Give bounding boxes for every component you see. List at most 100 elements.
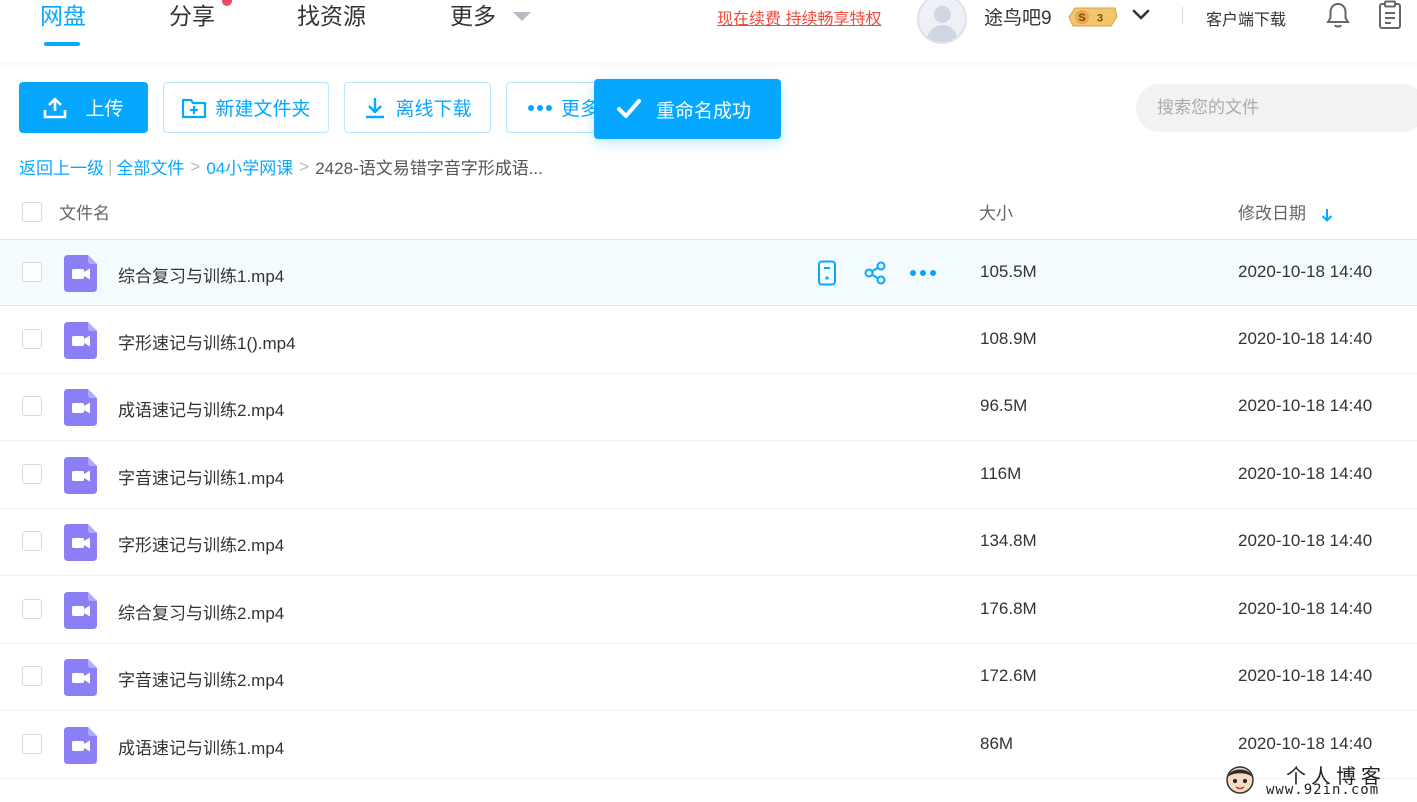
breadcrumb-separator: > [190, 156, 201, 176]
video-file-icon [64, 457, 97, 494]
file-name[interactable]: 成语速记与训练2.mp4 [118, 396, 284, 421]
column-header-date-label: 修改日期 [1238, 204, 1306, 223]
table-row[interactable]: 成语速记与训练2.mp4 96.5M 2020-10-18 14:40 [0, 374, 1417, 441]
top-nav: 网盘 分享 找资源 更多 现在续费 持续畅享特权 途鸟吧9 S 3 客户端下载 [0, 0, 1417, 62]
file-size: 134.8M [980, 531, 1037, 550]
file-name[interactable]: 字形速记与训练1().mp4 [118, 329, 296, 354]
client-download-link[interactable]: 客户端下载 [1206, 6, 1286, 30]
file-size: 96.5M [980, 396, 1028, 415]
more-dots-icon[interactable] [909, 260, 937, 286]
nav-divider [1182, 7, 1183, 24]
table-row[interactable]: 字形速记与训练1().mp4 108.9M 2020-10-18 14:40 [0, 307, 1417, 374]
row-checkbox[interactable] [22, 599, 42, 619]
file-name[interactable]: 综合复习与训练2.mp4 [118, 599, 284, 624]
new-folder-label: 新建文件夹 [215, 99, 311, 120]
breadcrumb-folder[interactable]: 04小学网课 [206, 154, 293, 179]
video-file-icon [64, 524, 97, 561]
row-checkbox[interactable] [22, 262, 42, 282]
table-row[interactable]: 字音速记与训练1.mp4 116M 2020-10-18 14:40 [0, 442, 1417, 509]
table-row[interactable]: 综合复习与训练1.mp4 105.5M 2020-10-18 14:40 [0, 239, 1417, 306]
row-checkbox[interactable] [22, 464, 42, 484]
table-header: 文件名 大小 修改日期 [0, 190, 1417, 238]
table-row[interactable]: 字音速记与训练2.mp4 172.6M 2020-10-18 14:40 [0, 644, 1417, 711]
phone-icon[interactable] [814, 260, 840, 286]
upload-button[interactable]: 上传 [19, 82, 148, 133]
vip-letter: S [1078, 12, 1085, 24]
more-dots-icon [528, 104, 552, 111]
file-name[interactable]: 成语速记与训练1.mp4 [118, 734, 284, 759]
table-row[interactable]: 综合复习与训练2.mp4 176.8M 2020-10-18 14:40 [0, 577, 1417, 644]
file-size: 105.5M [980, 262, 1037, 281]
notification-dot [222, 0, 232, 6]
nav-active-indicator [44, 42, 80, 46]
video-file-icon [64, 592, 97, 629]
file-date: 2020-10-18 14:40 [1238, 734, 1373, 753]
avatar-head-shape [934, 6, 951, 23]
column-header-name[interactable]: 文件名 [59, 199, 110, 224]
video-file-icon [64, 389, 97, 426]
table-row[interactable]: 字形速记与训练2.mp4 134.8M 2020-10-18 14:40 [0, 509, 1417, 576]
upload-label: 上传 [85, 99, 124, 120]
video-file-icon [64, 255, 97, 292]
row-checkbox[interactable] [22, 329, 42, 349]
row-checkbox[interactable] [22, 666, 42, 686]
file-date: 2020-10-18 14:40 [1238, 262, 1373, 281]
avatar[interactable] [917, 0, 967, 44]
share-icon[interactable] [862, 260, 888, 286]
rename-success-toast: 重命名成功 [594, 79, 781, 139]
offline-download-button[interactable]: 离线下载 [344, 82, 491, 133]
file-size: 86M [980, 734, 1014, 753]
video-file-icon [64, 727, 97, 764]
breadcrumb-all-files[interactable]: 全部文件 [116, 154, 184, 179]
file-size: 108.9M [980, 329, 1037, 348]
file-date: 2020-10-18 14:40 [1238, 599, 1373, 618]
row-checkbox[interactable] [22, 734, 42, 754]
breadcrumb: 返回上一级 | 全部文件 > 04小学网课 > 2428-语文易错字音字形成语.… [19, 154, 543, 179]
offline-download-label: 离线下载 [395, 99, 472, 120]
file-date: 2020-10-18 14:40 [1238, 531, 1373, 550]
column-header-size[interactable]: 大小 [979, 199, 1013, 224]
file-date: 2020-10-18 14:40 [1238, 666, 1373, 685]
video-file-icon [64, 322, 97, 359]
column-header-date[interactable]: 修改日期 [1238, 199, 1333, 224]
file-date: 2020-10-18 14:40 [1238, 329, 1373, 348]
chevron-down-icon[interactable] [1132, 6, 1150, 24]
file-date: 2020-10-18 14:40 [1238, 396, 1373, 415]
toast-message: 重命名成功 [656, 100, 752, 122]
row-checkbox[interactable] [22, 531, 42, 551]
nav-tab-more[interactable]: 更多 [450, 0, 496, 34]
file-size: 176.8M [980, 599, 1037, 618]
file-name[interactable]: 字音速记与训练2.mp4 [118, 666, 284, 691]
new-folder-icon [182, 98, 207, 118]
clipboard-icon[interactable] [1377, 0, 1403, 30]
upload-icon [44, 97, 67, 118]
nav-tab-find-resources[interactable]: 找资源 [297, 0, 366, 34]
file-size: 116M [980, 464, 1022, 483]
file-date: 2020-10-18 14:40 [1238, 464, 1373, 483]
username[interactable]: 途鸟吧9 [984, 3, 1052, 30]
breadcrumb-back-link[interactable]: 返回上一级 [19, 154, 104, 179]
file-name[interactable]: 综合复习与训练1.mp4 [118, 262, 284, 287]
new-folder-button[interactable]: 新建文件夹 [163, 82, 329, 133]
search-input[interactable] [1136, 84, 1417, 132]
video-file-icon [64, 659, 97, 696]
watermark-logo-icon [1226, 766, 1254, 794]
renew-promo-link[interactable]: 现在续费 持续畅享特权 [717, 5, 881, 29]
file-name[interactable]: 字音速记与训练1.mp4 [118, 464, 284, 489]
table-row[interactable]: 成语速记与训练1.mp4 86M 2020-10-18 14:40 [0, 712, 1417, 779]
bell-icon[interactable] [1325, 1, 1351, 29]
check-icon [617, 99, 641, 118]
file-name[interactable]: 字形速记与训练2.mp4 [118, 531, 284, 556]
vip-badge-icon[interactable]: S 3 [1067, 6, 1119, 28]
nav-more-caret-icon[interactable] [513, 12, 531, 21]
download-icon [366, 97, 385, 118]
select-all-checkbox[interactable] [22, 202, 42, 222]
sort-desc-icon[interactable] [1321, 208, 1333, 222]
breadcrumb-current: 2428-语文易错字音字形成语... [315, 159, 543, 178]
avatar-body-shape [927, 25, 958, 42]
breadcrumb-separator: > [299, 156, 310, 176]
nav-tab-share[interactable]: 分享 [169, 0, 215, 34]
row-checkbox[interactable] [22, 396, 42, 416]
nav-tab-netdisk[interactable]: 网盘 [40, 0, 86, 34]
breadcrumb-divider: | [108, 156, 113, 176]
